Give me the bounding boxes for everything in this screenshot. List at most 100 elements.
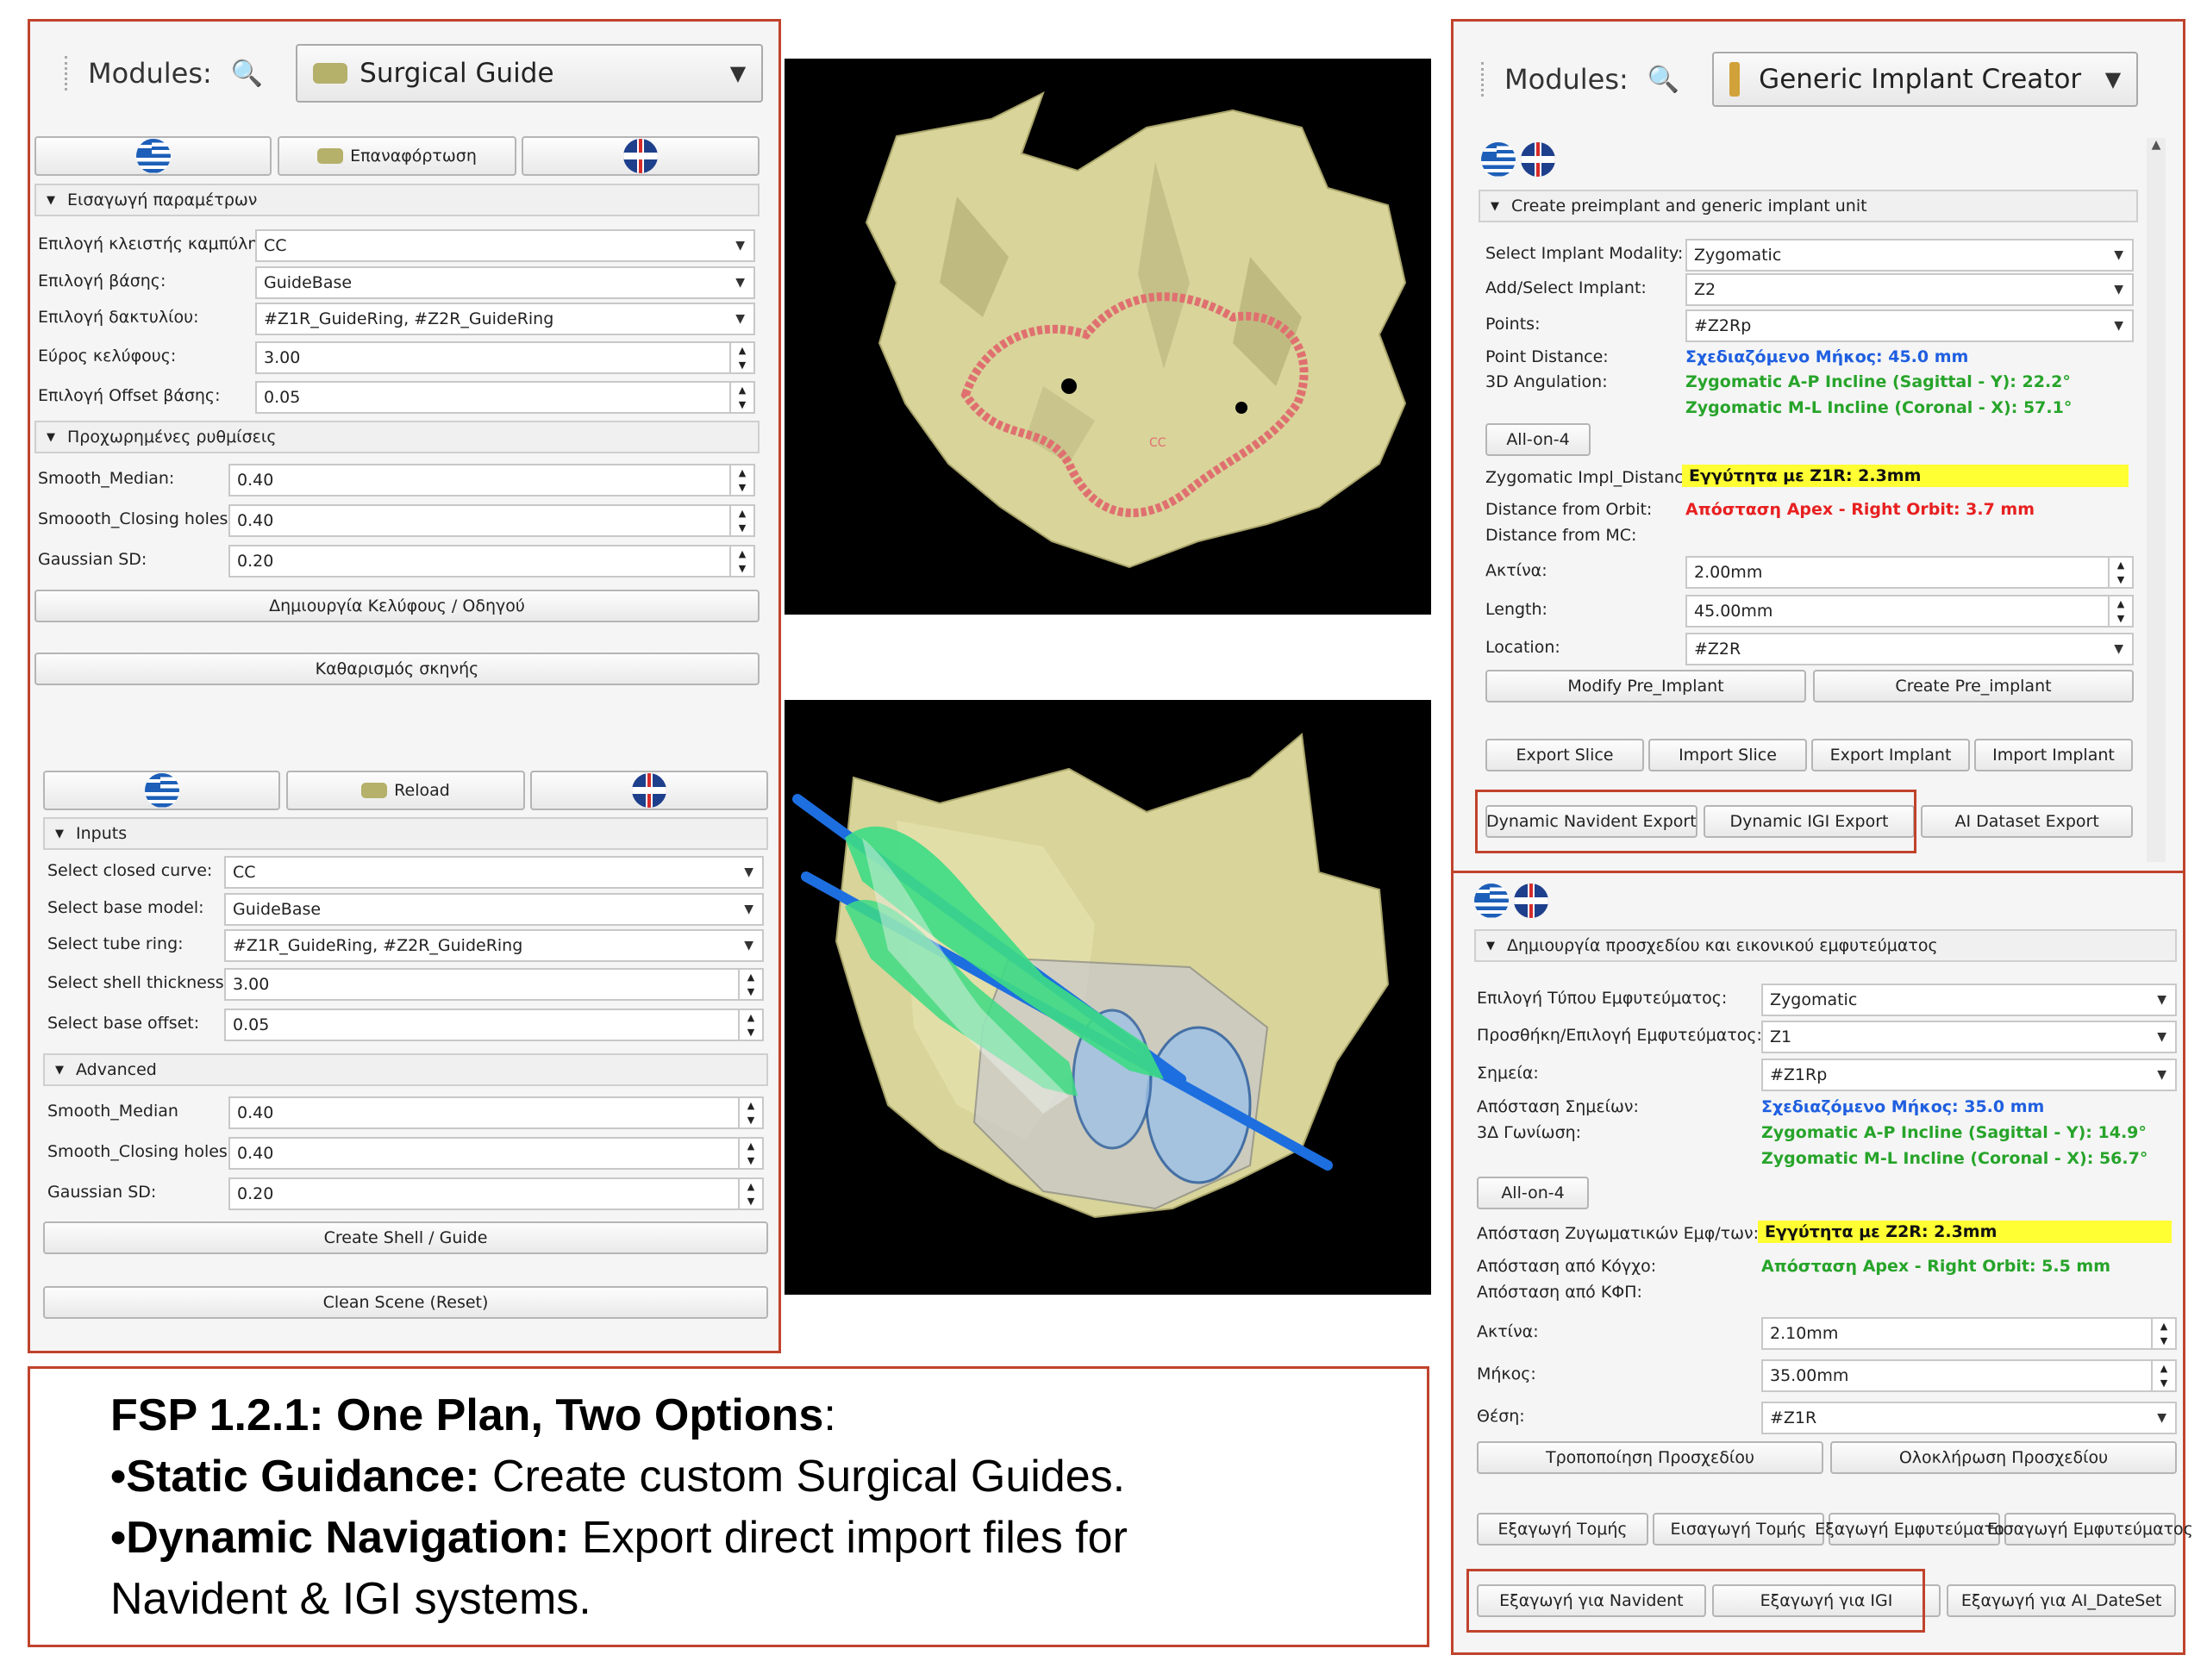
reload-button-en[interactable]: Reload: [286, 771, 525, 810]
section-create-preimplant[interactable]: ▼ Create preimplant and generic implant u…: [1479, 190, 2138, 222]
spin-down-icon[interactable]: ▼: [2160, 1377, 2167, 1389]
advanced-field-gr-0[interactable]: 0.40 ▲ ▼: [228, 464, 755, 497]
location-select[interactable]: #Z1R ▼: [1761, 1402, 2177, 1434]
spin-up-icon[interactable]: ▲: [2160, 1363, 2167, 1374]
create-shell-button-gr[interactable]: Δημιουργία Κελύφους / Οδηγού: [34, 590, 760, 622]
spin-down-icon[interactable]: ▼: [2117, 574, 2124, 585]
import-implant-button[interactable]: Import Implant: [1974, 739, 2133, 771]
modify-pre-implant-button[interactable]: Τροποποίηση Προσχεδίου: [1477, 1441, 1823, 1474]
module-selector-right[interactable]: Generic Implant Creator ▼: [1712, 52, 2139, 107]
implant-select[interactable]: Z2 ▼: [1685, 273, 2134, 306]
spin-down-icon[interactable]: ▼: [747, 1115, 754, 1126]
section-advanced-en[interactable]: ▼ Advanced: [43, 1053, 768, 1086]
greek-flag-icon[interactable]: [1481, 142, 1516, 177]
spin-down-icon[interactable]: ▼: [739, 482, 746, 493]
section-advanced-gr[interactable]: ▼ Προχωρημένες ρυθμίσεις: [34, 421, 760, 453]
param-field-gr-4[interactable]: 0.05 ▲ ▼: [255, 381, 755, 414]
section-create-preimplant-gr[interactable]: ▼ Δημιουργία προσχεδίου και εικονικού εμφ…: [1474, 929, 2177, 962]
export-slice-button[interactable]: Export Slice: [1485, 739, 1644, 771]
spinbox-arrows-icon[interactable]: ▲ ▼: [738, 1098, 762, 1127]
3d-view-guide[interactable]: [785, 700, 1431, 1295]
search-icon[interactable]: 🔍: [231, 59, 263, 89]
spinbox-arrows-icon[interactable]: ▲ ▼: [729, 383, 753, 412]
spin-down-icon[interactable]: ▼: [747, 986, 754, 997]
scrollbar-track[interactable]: ▲: [2147, 138, 2166, 862]
clean-scene-button-en[interactable]: Clean Scene (Reset): [43, 1286, 768, 1319]
spin-up-icon[interactable]: ▲: [739, 467, 746, 478]
input-field-en-2[interactable]: #Z1R_GuideRing, #Z2R_GuideRing ▼: [224, 929, 764, 962]
advanced-field-gr-2[interactable]: 0.20 ▲ ▼: [228, 545, 755, 578]
modify-pre-implant-button[interactable]: Modify Pre_Implant: [1485, 670, 1806, 703]
import-slice-button[interactable]: Import Slice: [1648, 739, 1807, 771]
spin-up-icon[interactable]: ▲: [739, 548, 746, 559]
advanced-field-en-2[interactable]: 0.20 ▲ ▼: [228, 1177, 764, 1210]
import-slice-button[interactable]: Εισαγωγή Τομής: [1653, 1513, 1824, 1546]
all-on-4-button[interactable]: All-on-4: [1485, 423, 1591, 456]
spin-down-icon[interactable]: ▼: [2160, 1335, 2167, 1346]
greek-language-button-2[interactable]: [43, 771, 280, 810]
spinbox-arrows-icon[interactable]: ▲ ▼: [2108, 558, 2132, 587]
spin-up-icon[interactable]: ▲: [739, 345, 746, 356]
advanced-field-en-0[interactable]: 0.40 ▲ ▼: [228, 1096, 764, 1129]
spinbox-arrows-icon[interactable]: ▲ ▼: [729, 343, 753, 372]
clean-scene-button-gr[interactable]: Καθαρισμός σκηνής: [34, 653, 760, 685]
implant-select[interactable]: Z1 ▼: [1761, 1021, 2177, 1053]
spinbox-arrows-icon[interactable]: ▲ ▼: [738, 1010, 762, 1040]
reload-button[interactable]: Επαναφόρτωση: [278, 136, 516, 176]
greek-flag-icon[interactable]: [1474, 884, 1509, 918]
spinbox-arrows-icon[interactable]: ▲ ▼: [2108, 596, 2132, 626]
spin-up-icon[interactable]: ▲: [2117, 559, 2124, 571]
create-pre-implant-button[interactable]: Create Pre_implant: [1813, 670, 2134, 703]
spinbox-arrows-icon[interactable]: ▲ ▼: [738, 970, 762, 999]
spin-up-icon[interactable]: ▲: [739, 384, 746, 396]
implant-modality-select[interactable]: Zygomatic ▼: [1761, 984, 2177, 1016]
spinbox-arrows-icon[interactable]: ▲ ▼: [2151, 1361, 2175, 1390]
implant-modality-select[interactable]: Zygomatic ▼: [1685, 239, 2134, 272]
3d-view-curve[interactable]: CC: [785, 59, 1431, 615]
spin-down-icon[interactable]: ▼: [2117, 613, 2124, 624]
spin-down-icon[interactable]: ▼: [739, 399, 746, 410]
greek-language-button[interactable]: [34, 136, 272, 176]
spin-up-icon[interactable]: ▲: [747, 1012, 754, 1023]
spin-down-icon[interactable]: ▼: [747, 1027, 754, 1038]
uk-flag-icon[interactable]: [1514, 884, 1548, 918]
spin-up-icon[interactable]: ▲: [747, 1100, 754, 1111]
advanced-field-gr-1[interactable]: 0.40 ▲ ▼: [228, 504, 755, 537]
radius-spinbox[interactable]: 2.00mm ▲ ▼: [1685, 556, 2134, 589]
location-select[interactable]: #Z2R ▼: [1685, 633, 2134, 665]
spin-up-icon[interactable]: ▲: [2160, 1321, 2167, 1332]
english-language-button[interactable]: [522, 136, 760, 176]
param-field-gr-0[interactable]: CC ▼: [255, 229, 755, 262]
input-field-en-0[interactable]: CC ▼: [224, 856, 764, 889]
spin-down-icon[interactable]: ▼: [739, 522, 746, 534]
export-implant-button[interactable]: Export Implant: [1811, 739, 1970, 771]
radius-spinbox[interactable]: 2.10mm ▲ ▼: [1761, 1317, 2177, 1350]
spin-up-icon[interactable]: ▲: [739, 508, 746, 519]
all-on-4-button[interactable]: All-on-4: [1477, 1177, 1589, 1209]
section-inputs[interactable]: ▼ Inputs: [43, 817, 768, 850]
length-spinbox[interactable]: 45.00mm ▲ ▼: [1685, 595, 2134, 628]
ai-export-button[interactable]: Εξαγωγή για AI_DateSet: [1947, 1584, 2176, 1617]
ai-export-button[interactable]: AI Dataset Export: [1921, 805, 2133, 838]
param-field-gr-2[interactable]: #Z1R_GuideRing, #Z2R_GuideRing ▼: [255, 303, 755, 335]
param-field-gr-3[interactable]: 3.00 ▲ ▼: [255, 341, 755, 374]
export-implant-button[interactable]: Εξαγωγή Εμφυτεύματος: [1815, 1513, 2014, 1546]
search-icon[interactable]: 🔍: [1647, 65, 1679, 95]
spinbox-arrows-icon[interactable]: ▲ ▼: [729, 546, 753, 576]
input-field-en-4[interactable]: 0.05 ▲ ▼: [224, 1009, 764, 1041]
length-spinbox[interactable]: 35.00mm ▲ ▼: [1761, 1359, 2177, 1392]
advanced-field-en-1[interactable]: 0.40 ▲ ▼: [228, 1137, 764, 1170]
spinbox-arrows-icon[interactable]: ▲ ▼: [729, 465, 753, 495]
spinbox-arrows-icon[interactable]: ▲ ▼: [729, 506, 753, 535]
spin-down-icon[interactable]: ▼: [747, 1155, 754, 1166]
input-field-en-3[interactable]: 3.00 ▲ ▼: [224, 968, 764, 1001]
points-select[interactable]: #Z1Rp ▼: [1761, 1059, 2177, 1091]
spin-up-icon[interactable]: ▲: [747, 1181, 754, 1192]
import-implant-button[interactable]: Εισαγωγή Εμφυτεύματος: [1987, 1513, 2193, 1546]
spinbox-arrows-icon[interactable]: ▲ ▼: [2151, 1319, 2175, 1348]
points-select[interactable]: #Z2Rp ▼: [1685, 309, 2134, 342]
export-slice-button[interactable]: Εξαγωγή Τομής: [1477, 1513, 1648, 1546]
create-shell-button-en[interactable]: Create Shell / Guide: [43, 1221, 768, 1254]
spin-down-icon[interactable]: ▼: [739, 359, 746, 371]
input-field-en-1[interactable]: GuideBase ▼: [224, 893, 764, 926]
